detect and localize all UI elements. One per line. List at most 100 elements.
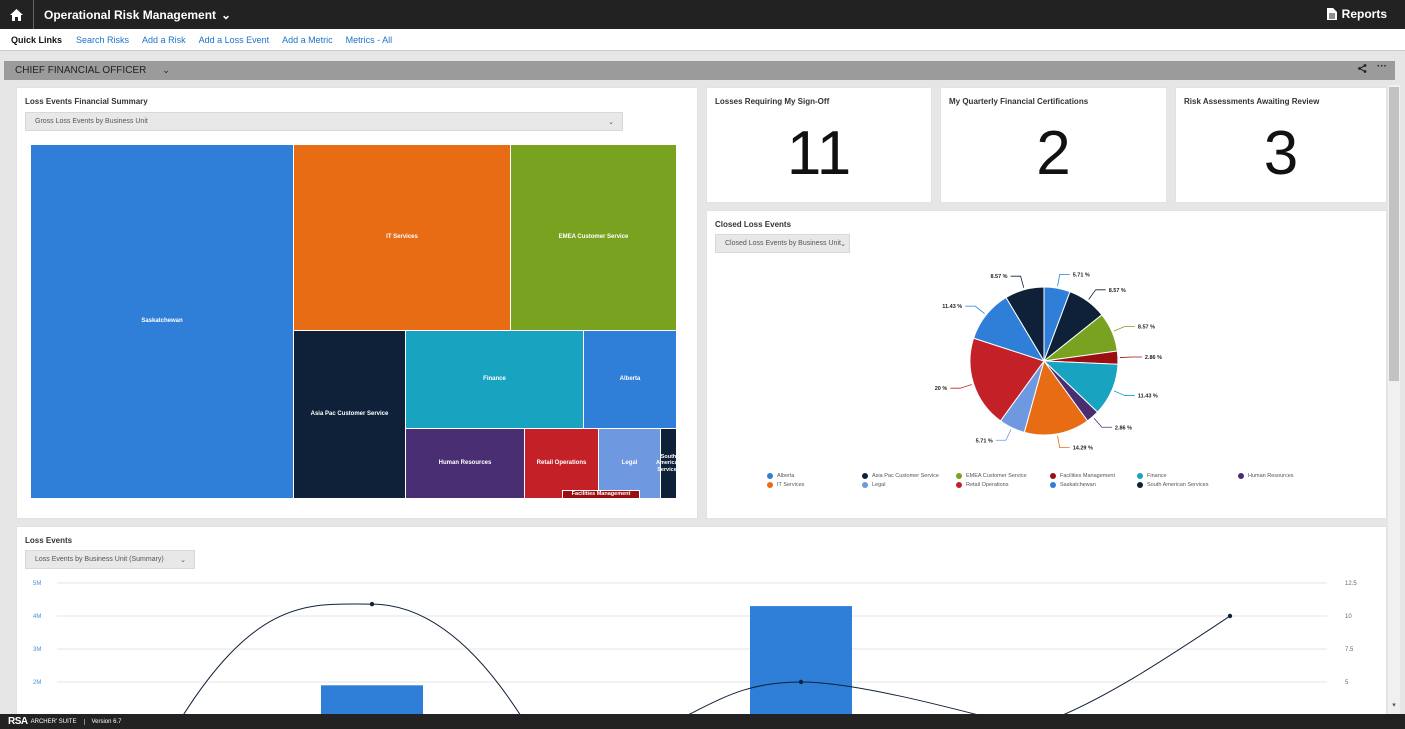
kpi-risk-assessments[interactable]: Risk Assessments Awaiting Review 3 [1175, 87, 1387, 203]
legend-label: EMEA Customer Service [966, 473, 1027, 479]
dropdown-value: Gross Loss Events by Business Unit [35, 118, 148, 125]
footer-bar: RSA ARCHER' SUITE Version 6.7 [0, 714, 1405, 729]
legend-marker [767, 482, 773, 488]
loss-events-chart: 5M 4M 3M 2M 12.5 10 7.5 5 [33, 581, 1357, 715]
bar[interactable] [750, 606, 852, 715]
app-title: Operational Risk Management [44, 7, 217, 22]
legend-item[interactable]: Legal [862, 482, 885, 488]
line-point[interactable] [369, 601, 375, 607]
rsa-logo: RSA [8, 716, 28, 727]
line-point[interactable] [1227, 613, 1233, 619]
legend-item[interactable]: Saskatchewan [1050, 482, 1096, 488]
line-point[interactable] [798, 679, 804, 685]
treemap-tile-finance[interactable]: Finance [405, 330, 584, 429]
legend-item[interactable]: Facilities Management [1050, 473, 1115, 479]
kpi-value: 2 [1036, 119, 1071, 188]
treemap-tile-south-american-services[interactable]: South American Services [656, 428, 681, 499]
pie-data-label: 20 % [935, 386, 948, 392]
pie-leader-line [995, 429, 1012, 441]
treemap-tile-saskatchewan[interactable]: Saskatchewan [30, 144, 294, 499]
quick-link-add-metric[interactable]: Add a Metric [282, 35, 333, 45]
pie-report-select[interactable]: Closed Loss Events by Business Unit ⌄ [715, 234, 850, 253]
y-axis-left-tick: 2M [33, 680, 41, 686]
legend-item[interactable]: Retail Operations [956, 482, 1009, 488]
legend-item[interactable]: Alberta [767, 473, 794, 479]
pie-leader-line [965, 305, 985, 314]
treemap-tile-legal[interactable]: Legal [598, 428, 661, 499]
loss-events-panel: Loss Events Loss Events by Business Unit… [16, 526, 1387, 716]
share-icon[interactable] [1358, 64, 1367, 73]
chevron-down-icon: ⌄ [608, 118, 614, 126]
pie-leader-line [1113, 390, 1135, 396]
scroll-down-arrow-icon[interactable]: ▾ [1389, 701, 1399, 711]
more-options-icon[interactable]: ··· [1377, 62, 1387, 73]
legend-marker [862, 482, 868, 488]
quick-link-add-risk[interactable]: Add a Risk [142, 35, 186, 45]
quick-link-search-risks[interactable]: Search Risks [76, 35, 129, 45]
legend-label: Retail Operations [966, 482, 1009, 488]
legend-item[interactable]: South American Services [1137, 482, 1208, 488]
bar[interactable] [321, 685, 423, 715]
treemap-tile-human-resources[interactable]: Human Resources [405, 428, 525, 499]
legend-item[interactable]: Human Resources [1238, 473, 1294, 479]
treemap-tile-it-services[interactable]: IT Services [293, 144, 511, 331]
dropdown-value: Closed Loss Events by Business Unit [725, 240, 841, 247]
kpi-quarterly-certifications[interactable]: My Quarterly Financial Certifications 2 [940, 87, 1167, 203]
quick-links-label: Quick Links [11, 34, 63, 45]
legend-label: Asia Pac Customer Service [872, 473, 939, 479]
pie-data-label: 14.29 % [1073, 446, 1093, 452]
pie-legend: Alberta Asia Pac Customer Service EMEA Cus… [707, 473, 1386, 513]
loss-events-report-select[interactable]: Loss Events by Business Unit (Summary) ⌄ [25, 550, 195, 569]
treemap-report-select[interactable]: Gross Loss Events by Business Unit ⌄ [25, 112, 623, 131]
pie-data-label: 2.86 % [1145, 355, 1162, 361]
treemap-tile-retail-operations[interactable]: Retail Operations [524, 428, 599, 499]
quick-link-metrics-all[interactable]: Metrics - All [346, 35, 393, 45]
quick-links-bar: Quick Links Search Risks Add a Risk Add … [0, 29, 1405, 51]
home-icon[interactable] [0, 0, 34, 29]
y-axis-right-tick: 12.5 [1345, 581, 1357, 587]
reports-button[interactable]: Reports [1326, 7, 1387, 21]
kpi-value: 3 [1263, 119, 1299, 188]
treemap-tile-asia-pac-customer-service[interactable]: Asia Pac Customer Service [293, 330, 406, 499]
legend-item[interactable]: Asia Pac Customer Service [862, 473, 939, 479]
pie-leader-line [1093, 417, 1112, 428]
legend-label: Legal [872, 482, 886, 488]
dropdown-value: Loss Events by Business Unit (Summary) [35, 556, 164, 563]
y-axis-left-tick: 3M [33, 647, 41, 653]
treemap-tile-alberta[interactable]: Alberta [583, 330, 677, 429]
chevron-down-icon[interactable]: ⌄ [162, 65, 170, 76]
pie-leader-line [1113, 325, 1135, 332]
legend-marker [1050, 482, 1056, 488]
legend-item[interactable]: EMEA Customer Service [956, 473, 1027, 479]
quick-link-add-loss-event[interactable]: Add a Loss Event [199, 35, 270, 45]
pie-data-label: 5.71 % [976, 438, 993, 444]
archer-suite-label: ARCHER' SUITE [30, 718, 77, 725]
y-axis-right-tick: 5 [1345, 680, 1349, 686]
pie-data-label: 8.57 % [1138, 324, 1155, 330]
pie-data-label: 2.86 % [1115, 425, 1132, 431]
loss-events-financial-summary-panel: Loss Events Financial Summary Gross Loss… [16, 87, 698, 519]
legend-item[interactable]: Finance [1137, 473, 1167, 479]
pie-leader-line [1088, 289, 1106, 300]
page-scrollbar-thumb[interactable] [1389, 87, 1399, 381]
legend-label: Finance [1147, 473, 1167, 479]
pie-data-label: 8.57 % [990, 274, 1007, 280]
app-title-menu[interactable]: Operational Risk Management ⌄ [44, 8, 231, 22]
treemap-tile-facilities-management[interactable]: Facilities Management [562, 490, 640, 499]
dashboard-title[interactable]: CHIEF FINANCIAL OFFICER [15, 65, 146, 76]
dashboard-section-bar: CHIEF FINANCIAL OFFICER ⌄ ··· [4, 61, 1395, 80]
kpi-losses-sign-off[interactable]: Losses Requiring My Sign-Off 11 [706, 87, 932, 203]
legend-marker [1137, 473, 1143, 479]
y-axis-right-tick: 7.5 [1345, 647, 1354, 653]
legend-item[interactable]: IT Services [767, 482, 804, 488]
treemap-tile-emea-customer-service[interactable]: EMEA Customer Service [510, 144, 677, 331]
legend-marker [767, 473, 773, 479]
pie-leader-line [1057, 274, 1070, 287]
pie-data-label: 5.71 % [1073, 272, 1090, 278]
kpi-title: My Quarterly Financial Certifications [949, 97, 1089, 106]
legend-label: Human Resources [1248, 473, 1294, 479]
legend-marker [1050, 473, 1056, 479]
document-icon [1326, 8, 1337, 20]
legend-marker [862, 473, 868, 479]
pie-leader-line [950, 384, 972, 389]
